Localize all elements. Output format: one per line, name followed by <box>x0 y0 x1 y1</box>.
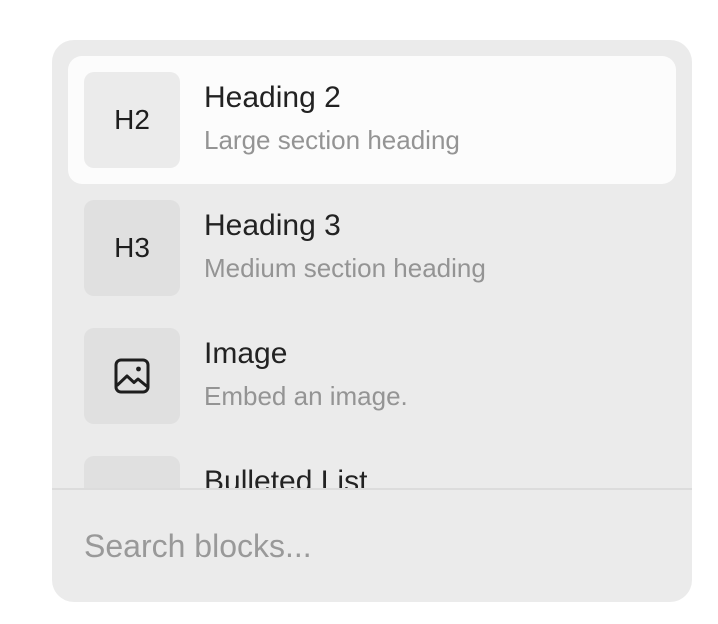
block-item-title: Bulleted List <box>204 465 368 488</box>
block-item-image[interactable]: Image Embed an image. <box>68 312 676 440</box>
image-icon-glyph <box>114 358 150 394</box>
heading-3-icon: H3 <box>84 200 180 296</box>
block-item-title: Heading 3 <box>204 209 341 242</box>
block-item-title: Heading 2 <box>204 81 341 114</box>
divider <box>52 488 692 490</box>
heading-2-icon: H2 <box>84 72 180 168</box>
block-item-description: Embed an image. <box>204 381 408 411</box>
block-menu: H2 Heading 2 Large section heading H3 He… <box>52 40 692 602</box>
block-item-description: Medium section heading <box>204 253 486 283</box>
heading-3-icon-text: H3 <box>114 232 150 263</box>
bulleted-list-icon <box>84 456 180 488</box>
block-item-bulleted-list[interactable]: Bulleted List <box>68 440 676 488</box>
search-input[interactable] <box>84 524 660 568</box>
image-icon <box>84 328 180 424</box>
block-item-title: Image <box>204 337 288 370</box>
heading-2-icon-text: H2 <box>114 104 150 135</box>
block-list[interactable]: H2 Heading 2 Large section heading H3 He… <box>52 40 692 488</box>
block-item-description: Large section heading <box>204 125 460 155</box>
block-item-heading-3[interactable]: H3 Heading 3 Medium section heading <box>68 184 676 312</box>
block-item-heading-2[interactable]: H2 Heading 2 Large section heading <box>68 56 676 184</box>
